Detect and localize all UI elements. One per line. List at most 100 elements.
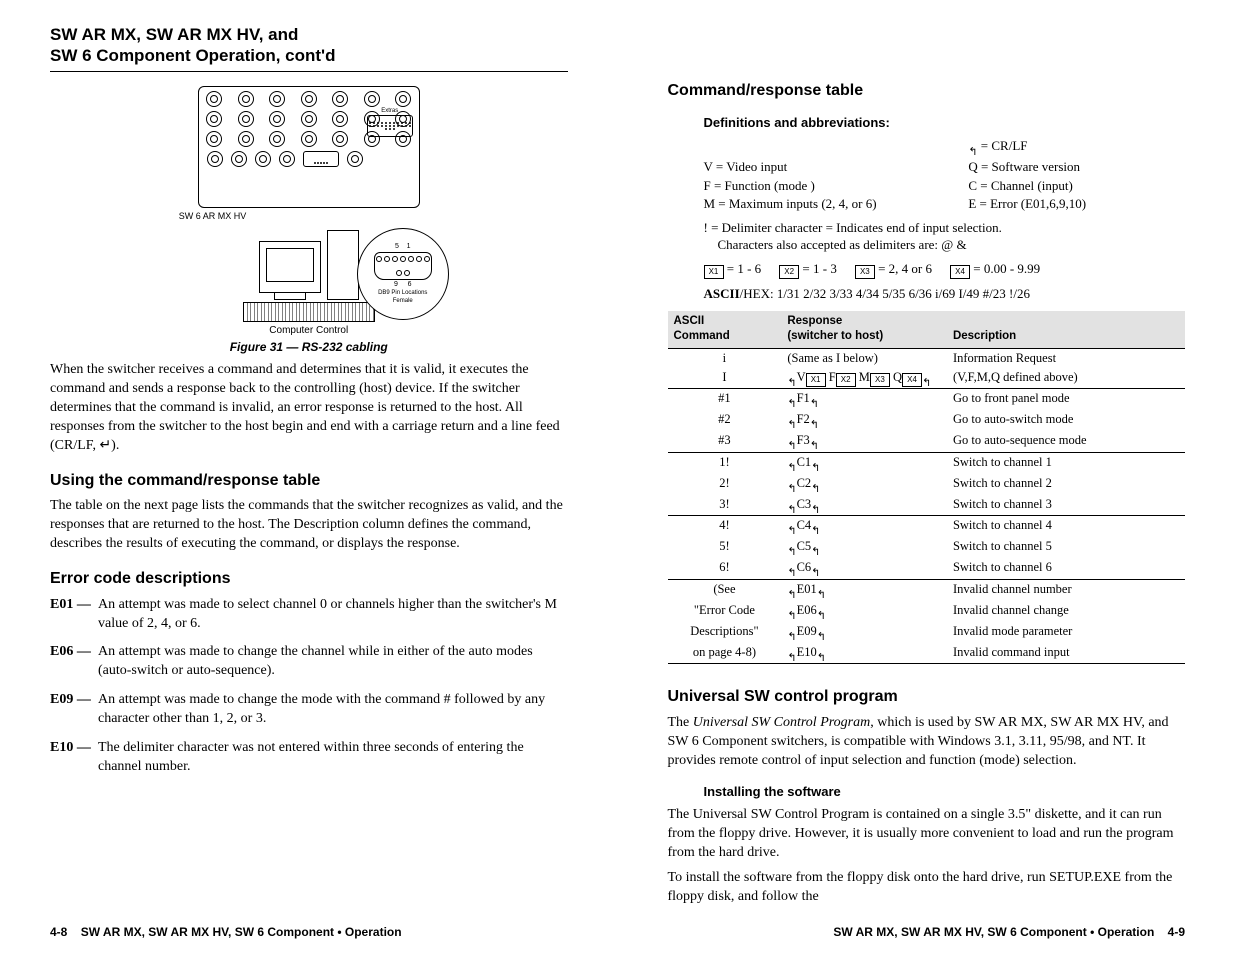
cell-command: i — [668, 348, 782, 367]
delimiter-line-2: Characters also accepted as delimiters a… — [718, 237, 967, 252]
cell-command: 4! — [668, 516, 782, 537]
def-right: C = Channel (input) — [968, 177, 1185, 195]
cell-response: (Same as I below) — [781, 348, 947, 367]
table-row: 6!↲C6↲Switch to channel 6 — [668, 558, 1186, 579]
footer-left: 4-8 SW AR MX, SW AR MX HV, SW 6 Componen… — [50, 924, 402, 940]
db9-label-1: DB9 Pin Locations — [378, 289, 427, 297]
crlf-icon: ↲ — [922, 373, 931, 388]
cell-description: Invalid mode parameter — [947, 622, 1185, 643]
page-header-line: SW AR MX, SW AR MX HV, and SW 6 Componen… — [50, 25, 335, 65]
cell-command: 6! — [668, 558, 782, 579]
cell-response: ↲C4↲ — [781, 516, 947, 537]
table-row: 1!↲C1↲Switch to channel 1 — [668, 452, 1186, 473]
table-row: i(Same as I below)Information Request — [668, 348, 1186, 367]
paragraph-install-2: To install the software from the floppy … — [668, 869, 1186, 907]
heading-using-table: Using the command/response table — [50, 470, 568, 492]
cell-command: (See — [668, 580, 782, 601]
ascii-hex-rest: /HEX: 1/31 2/32 3/33 4/34 5/35 6/36 i/69… — [740, 286, 1030, 301]
range-entry: X3 = 2, 4 or 6 — [855, 260, 932, 279]
footer-right: SW AR MX, SW AR MX HV, SW 6 Component • … — [833, 924, 1185, 940]
cell-description: (V,F,M,Q defined above) — [947, 368, 1185, 389]
crlf-icon: ↲ — [787, 648, 796, 663]
device-rear-panel: Extras — [198, 86, 420, 208]
footer-left-page: 4-8 — [50, 925, 67, 939]
cell-description: Information Request — [947, 348, 1185, 367]
crlf-icon: ↲ — [817, 585, 826, 600]
crlf-icon: ↲ — [787, 373, 796, 388]
heading-error-codes: Error code descriptions — [50, 568, 568, 590]
footer-right-text: SW AR MX, SW AR MX HV, SW 6 Component • … — [833, 925, 1154, 939]
definitions-row: F = Function (mode )C = Channel (input) — [704, 177, 1186, 195]
pins-bot: 9 6 — [394, 280, 412, 289]
cell-response: ↲C6↲ — [781, 558, 947, 579]
crlf-icon: ↲ — [787, 542, 796, 557]
x-symbol-icon: X4 — [902, 373, 922, 387]
cell-response: ↲C1↲ — [781, 452, 947, 473]
heading-command-response: Command/response table — [668, 80, 1186, 102]
crlf-icon: ↲ — [811, 479, 820, 494]
table-row: #2↲F2↲Go to auto-switch mode — [668, 410, 1186, 431]
cell-command: 3! — [668, 495, 782, 516]
crlf-icon: ↲ — [810, 436, 819, 451]
def-left: M = Maximum inputs (2, 4, or 6) — [704, 195, 969, 213]
th-description: Description — [947, 311, 1185, 349]
crlf-icon: ↲ — [787, 436, 796, 451]
cell-description: Invalid command input — [947, 643, 1185, 664]
heading-definitions: Definitions and abbreviations: — [704, 114, 1186, 132]
paragraph-universal-sw: The Universal SW Control Program, which … — [668, 714, 1186, 771]
crlf-icon: ↲ — [787, 500, 796, 515]
table-row: #3↲F3↲Go to auto-sequence mode — [668, 431, 1186, 452]
cell-description: Switch to channel 5 — [947, 537, 1185, 558]
db9-label-2: Female — [393, 297, 413, 305]
crlf-def: = CR/LF — [978, 138, 1028, 153]
cell-command: #2 — [668, 410, 782, 431]
x-symbol-icon: X4 — [950, 265, 970, 279]
error-desc: The delimiter character was not entered … — [98, 739, 568, 777]
command-response-table: ASCII Command Response (switcher to host… — [668, 311, 1186, 665]
cell-description: Invalid channel change — [947, 601, 1185, 622]
cell-response: ↲F2↲ — [781, 410, 947, 431]
computer-control-label: Computer Control — [179, 324, 439, 338]
range-entry: X2 = 1 - 3 — [779, 260, 837, 279]
figure-31: Extras SW 6 AR MX HV 5 1 — [179, 86, 439, 356]
extras-label: Extras — [381, 107, 398, 115]
crlf-icon: ↲ — [811, 458, 820, 473]
cell-response: ↲VX1 FX2 MX3 QX4↲ — [781, 368, 947, 389]
table-row: I↲VX1 FX2 MX3 QX4↲(V,F,M,Q defined above… — [668, 368, 1186, 389]
crlf-icon: ↲ — [787, 627, 796, 642]
range-entry: X1 = 1 - 6 — [704, 260, 762, 279]
def-left: F = Function (mode ) — [704, 177, 969, 195]
crlf-icon: ↲ — [811, 563, 820, 578]
cell-response: ↲F3↲ — [781, 431, 947, 452]
cell-command: #3 — [668, 431, 782, 452]
page-left: SW AR MX, SW AR MX HV, and SW 6 Componen… — [0, 0, 618, 954]
ascii-hex-line: ASCII/HEX: 1/31 2/32 3/33 4/34 5/35 6/36… — [732, 285, 1186, 303]
error-code: E06 — — [50, 643, 91, 662]
x-symbol-icon: X3 — [870, 373, 890, 387]
th-ascii-command: ASCII Command — [668, 311, 782, 349]
cell-description: Go to front panel mode — [947, 389, 1185, 410]
crlf-icon: ↲ — [787, 563, 796, 578]
crlf-icon: ↲ — [810, 394, 819, 409]
device-label: SW 6 AR MX HV — [179, 210, 439, 222]
footer-right-page: 4-9 — [1168, 925, 1185, 939]
error-code: E10 — — [50, 739, 91, 758]
table-row: Descriptions"↲E09↲Invalid mode parameter — [668, 622, 1186, 643]
crlf-icon: ↲ — [811, 542, 820, 557]
error-code: E01 — — [50, 596, 91, 615]
cell-description: Go to auto-switch mode — [947, 410, 1185, 431]
crlf-icon: ↲ — [968, 142, 977, 157]
x-ranges: X1 = 1 - 6X2 = 1 - 3X3 = 2, 4 or 6X4 = 0… — [704, 260, 1186, 279]
crlf-icon: ↲ — [811, 500, 820, 515]
footer-left-text: SW AR MX, SW AR MX HV, SW 6 Component • … — [81, 925, 402, 939]
crlf-icon: ↲ — [787, 585, 796, 600]
error-desc: An attempt was made to change the mode w… — [98, 691, 568, 729]
db9-zoom-icon: 5 1 9 6 DB9 Pin Locations Female — [357, 228, 449, 320]
cell-command: 1! — [668, 452, 782, 473]
table-row: 2!↲C2↲Switch to channel 2 — [668, 474, 1186, 495]
cell-response: ↲C3↲ — [781, 495, 947, 516]
cell-response: ↲F1↲ — [781, 389, 947, 410]
cell-command: 5! — [668, 537, 782, 558]
crlf-icon: ↲ — [787, 606, 796, 621]
crlf-icon: ↲ — [787, 458, 796, 473]
